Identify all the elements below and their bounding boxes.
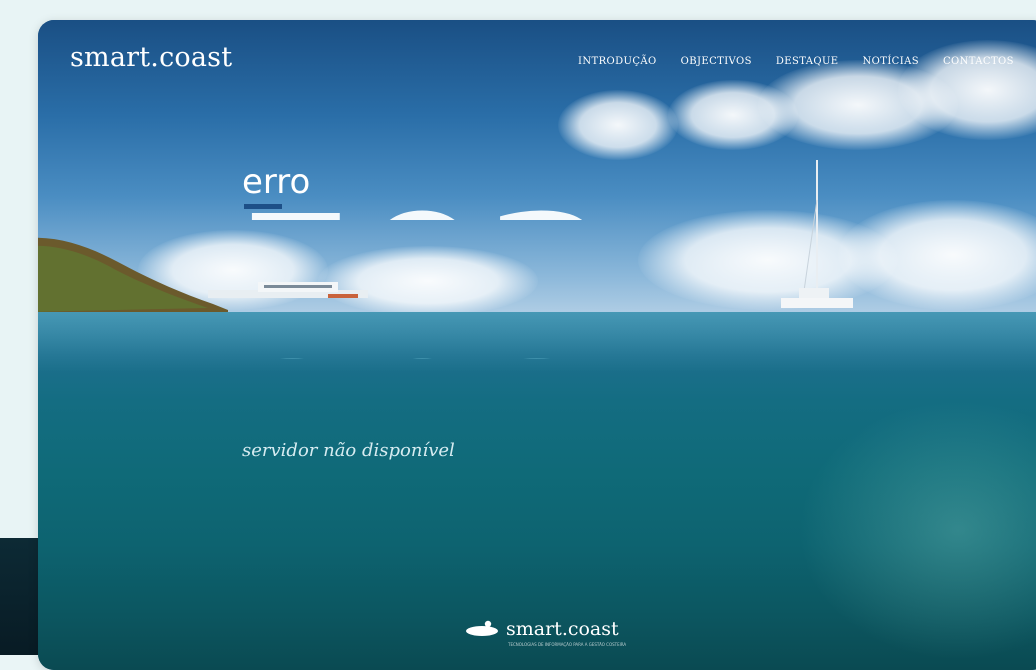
fish-logo-icon [466,620,498,636]
footer-logo[interactable]: smart.coast [464,618,619,640]
footer-logo-text: smart.coast [506,618,619,640]
nav-item-noticias[interactable]: NOTÍCIAS [863,56,919,67]
nav-item-introducao[interactable]: INTRODUÇÃO [578,56,657,67]
nav-item-contactos[interactable]: CONTACTOS [943,56,1014,67]
browser-viewport: smart.coast INTRODUÇÃO OBJECTIVOS DESTAQ… [38,20,1036,670]
nav-item-objectivos[interactable]: OBJECTIVOS [681,56,752,67]
sailboat-image [781,160,853,308]
site-logo[interactable]: smart.coast [70,42,232,73]
ferry-image [208,282,368,298]
cloud [558,90,678,160]
main-nav: INTRODUÇÃO OBJECTIVOS DESTAQUE NOTÍCIAS … [578,56,1036,67]
nav-item-destaque[interactable]: DESTAQUE [776,56,839,67]
error-message: servidor não disponível [242,440,455,461]
footer-tagline: TECNOLOGIAS DE INFORMAÇÃO PARA A GESTÃO … [508,642,627,647]
